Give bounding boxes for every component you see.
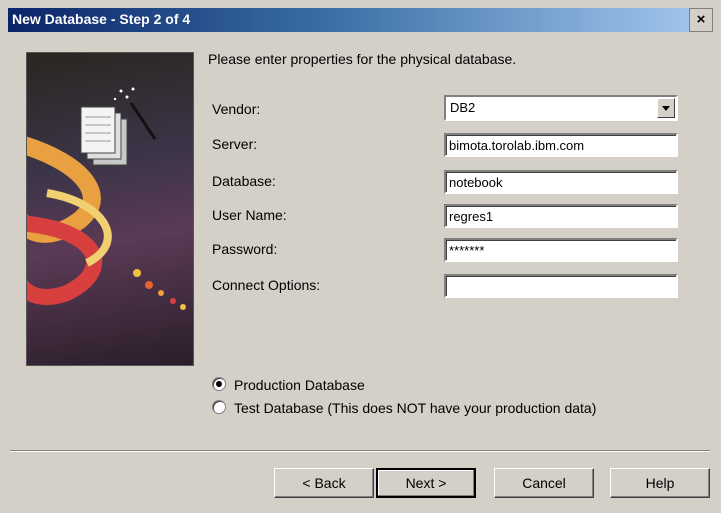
title-bar: New Database - Step 2 of 4 × (8, 8, 713, 32)
close-icon: × (696, 11, 706, 28)
spiral-ribbon-graphic (27, 136, 186, 310)
new-database-dialog: New Database - Step 2 of 4 × Please ente… (0, 0, 721, 513)
document-stack-icon (80, 106, 128, 166)
database-field[interactable]: notebook (444, 170, 678, 194)
user-name-label: User Name: (212, 207, 287, 223)
production-label: Production Database (234, 377, 365, 393)
test-label: Test Database (This does NOT have your p… (234, 400, 597, 416)
chevron-down-icon[interactable] (657, 98, 675, 118)
close-button[interactable]: × (689, 8, 713, 32)
vendor-value: DB2 (450, 100, 476, 115)
connect-options-field[interactable] (444, 274, 678, 298)
server-field[interactable]: bimota.torolab.ibm.com (444, 133, 678, 157)
production-database-option[interactable]: Production Database (212, 377, 365, 393)
back-button[interactable]: < Back (274, 468, 374, 498)
vendor-label: Vendor: (212, 101, 261, 117)
password-field[interactable]: ******* (444, 238, 678, 262)
connect-options-label: Connect Options: (212, 277, 321, 293)
user-name-field[interactable]: regres1 (444, 204, 678, 228)
server-label: Server: (212, 136, 258, 152)
footer-separator (10, 450, 710, 452)
test-radio[interactable] (212, 400, 226, 414)
next-button[interactable]: Next > (376, 468, 476, 498)
database-label: Database: (212, 173, 276, 189)
password-label: Password: (212, 241, 278, 257)
window-title: New Database - Step 2 of 4 (12, 11, 191, 27)
help-button[interactable]: Help (610, 468, 710, 498)
vendor-select[interactable]: DB2 (444, 95, 678, 121)
test-database-option[interactable]: Test Database (This does NOT have your p… (212, 400, 596, 416)
production-radio[interactable] (212, 377, 226, 391)
cancel-button[interactable]: Cancel (494, 468, 594, 498)
intro-text: Please enter properties for the physical… (208, 51, 517, 67)
wizard-illustration (26, 52, 194, 366)
